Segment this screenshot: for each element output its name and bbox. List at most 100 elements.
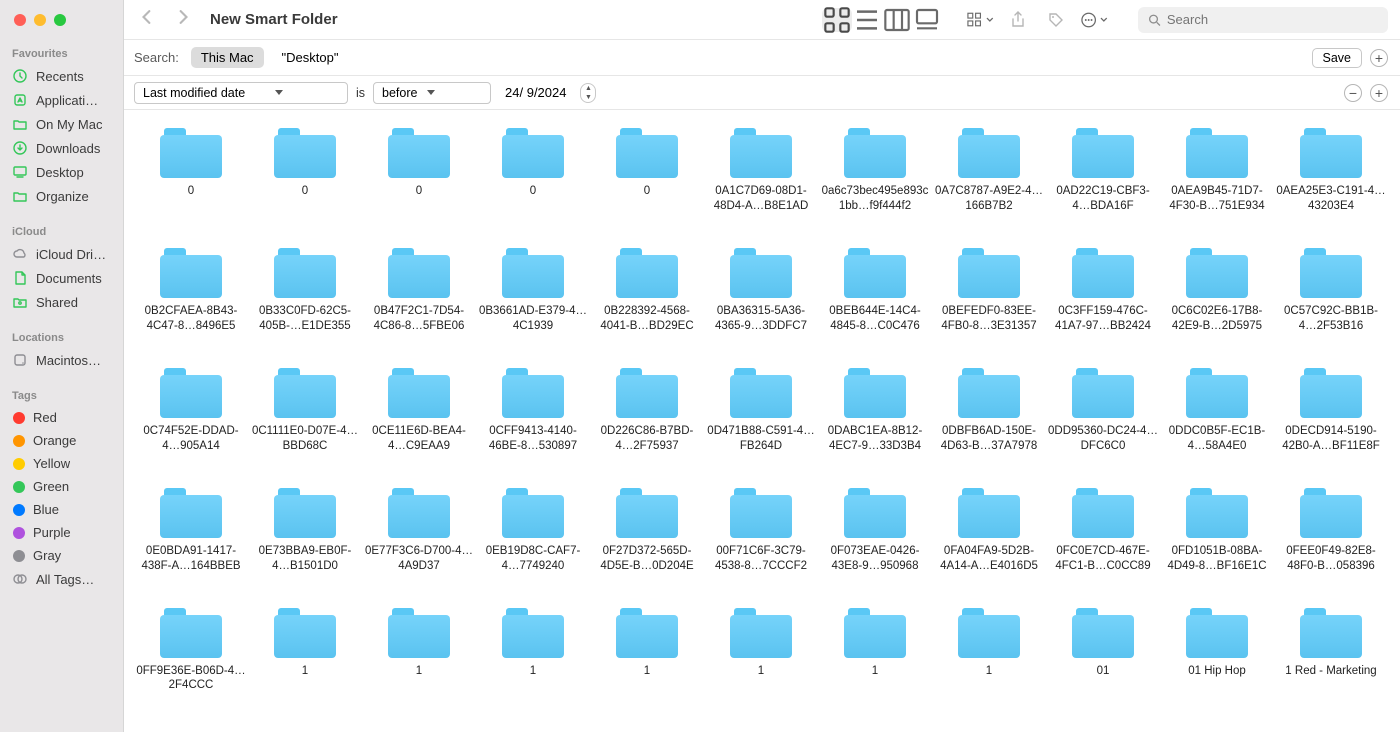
folder-item[interactable]: 0B3661AD-E379-4…4C1939: [476, 248, 590, 334]
folder-item[interactable]: 0A1C7D69-08D1-48D4-A…B8E1AD: [704, 128, 818, 214]
icon-view-button[interactable]: [822, 8, 852, 32]
folder-item[interactable]: 0B228392-4568-4041-B…BD29EC: [590, 248, 704, 334]
sidebar-item[interactable]: Documents: [0, 266, 123, 290]
folder-item[interactable]: 0BA36315-5A36-4365-9…3DDFC7: [704, 248, 818, 334]
folder-item[interactable]: 0EB19D8C-CAF7-4…7749240: [476, 488, 590, 574]
search-input[interactable]: [1167, 12, 1378, 27]
folder-item[interactable]: 0FA04FA9-5D2B-4A14-A…E4016D5: [932, 488, 1046, 574]
sidebar-item[interactable]: Shared: [0, 290, 123, 314]
folder-item[interactable]: 0F073EAE-0426-43E8-9…950968: [818, 488, 932, 574]
folder-item[interactable]: 0FD1051B-08BA-4D49-8…BF16E1C: [1160, 488, 1274, 574]
tag-button[interactable]: [1042, 8, 1070, 32]
close-window[interactable]: [14, 14, 26, 26]
file-grid-area[interactable]: 000000A1C7D69-08D1-48D4-A…B8E1AD0a6c73be…: [124, 110, 1400, 732]
folder-item[interactable]: 1: [932, 608, 1046, 694]
folder-item[interactable]: 0AD22C19-CBF3-4…BDA16F: [1046, 128, 1160, 214]
sidebar-item[interactable]: Recents: [0, 64, 123, 88]
folder-item[interactable]: 0FF9E36E-B06D-4…2F4CCC: [134, 608, 248, 694]
folder-item[interactable]: 1: [590, 608, 704, 694]
column-view-button[interactable]: [882, 8, 912, 32]
folder-item[interactable]: 0B33C0FD-62C5-405B-…E1DE355: [248, 248, 362, 334]
sidebar-item[interactable]: Orange: [0, 429, 123, 452]
folder-item[interactable]: 0A7C8787-A9E2-4…166B7B2: [932, 128, 1046, 214]
folder-item[interactable]: 0C74F52E-DDAD-4…905A14: [134, 368, 248, 454]
criteria-comparator-select[interactable]: before: [373, 82, 491, 104]
folder-item[interactable]: 0AEA9B45-71D7-4F30-B…751E934: [1160, 128, 1274, 214]
folder-label: 0DBFB6AD-150E-4D63-B…37A7978: [934, 424, 1044, 454]
date-stepper[interactable]: ▲▼: [580, 83, 596, 103]
action-button[interactable]: [1080, 8, 1108, 32]
criteria-date-field[interactable]: 24/ 9/2024: [499, 83, 572, 102]
folder-item[interactable]: 0C6C02E6-17B8-42E9-B…2D5975: [1160, 248, 1274, 334]
forward-button[interactable]: [176, 10, 190, 29]
folder-item[interactable]: 0D471B88-C591-4…FB264D: [704, 368, 818, 454]
sidebar-item[interactable]: Macintos…: [0, 348, 123, 372]
folder-item[interactable]: 0C1111E0-D07E-4…BBD68C: [248, 368, 362, 454]
sidebar-item[interactable]: Purple: [0, 521, 123, 544]
folder-item[interactable]: 1: [704, 608, 818, 694]
sidebar-item[interactable]: Red: [0, 406, 123, 429]
folder-item[interactable]: 00F71C6F-3C79-4538-8…7CCCF2: [704, 488, 818, 574]
sidebar-item[interactable]: Green: [0, 475, 123, 498]
folder-item[interactable]: 0BEB644E-14C4-4845-8…C0C476: [818, 248, 932, 334]
folder-item[interactable]: 0CE11E6D-BEA4-4…C9EAA9: [362, 368, 476, 454]
sidebar-item[interactable]: iCloud Dri…: [0, 242, 123, 266]
sidebar-item[interactable]: Downloads: [0, 136, 123, 160]
sidebar-item[interactable]: On My Mac: [0, 112, 123, 136]
folder-item[interactable]: 0DABC1EA-8B12-4EC7-9…33D3B4: [818, 368, 932, 454]
folder-item[interactable]: 0: [248, 128, 362, 214]
folder-item[interactable]: 01 Hip Hop: [1160, 608, 1274, 694]
folder-item[interactable]: 0BEFEDF0-83EE-4FB0-8…3E31357: [932, 248, 1046, 334]
folder-item[interactable]: 0: [362, 128, 476, 214]
search-field[interactable]: [1138, 7, 1388, 33]
sidebar-item[interactable]: Organize: [0, 184, 123, 208]
folder-item[interactable]: 0DBFB6AD-150E-4D63-B…37A7978: [932, 368, 1046, 454]
folder-item[interactable]: 1: [818, 608, 932, 694]
folder-item[interactable]: 0AEA25E3-C191-4…43203E4: [1274, 128, 1388, 214]
folder-item[interactable]: 1: [476, 608, 590, 694]
scope-desktop[interactable]: "Desktop": [272, 47, 349, 68]
sidebar-item[interactable]: Yellow: [0, 452, 123, 475]
folder-item[interactable]: 0E73BBA9-EB0F-4…B1501D0: [248, 488, 362, 574]
list-view-button[interactable]: [852, 8, 882, 32]
folder-item[interactable]: 0FC0E7CD-467E-4FC1-B…C0CC89: [1046, 488, 1160, 574]
folder-item[interactable]: 0FEE0F49-82E8-48F0-B…058396: [1274, 488, 1388, 574]
folder-item[interactable]: 0C3FF159-476C-41A7-97…BB2424: [1046, 248, 1160, 334]
folder-item[interactable]: 0E0BDA91-1417-438F-A…164BBEB: [134, 488, 248, 574]
sidebar-item[interactable]: Applicati…: [0, 88, 123, 112]
sidebar-item[interactable]: Blue: [0, 498, 123, 521]
folder-item[interactable]: 1 Red - Marketing: [1274, 608, 1388, 694]
add-criteria-row-button[interactable]: +: [1370, 84, 1388, 102]
folder-item[interactable]: 0B2CFAEA-8B43-4C47-8…8496E5: [134, 248, 248, 334]
criteria-attribute-select[interactable]: Last modified date: [134, 82, 348, 104]
folder-item[interactable]: 0DECD914-5190-42B0-A…BF11E8F: [1274, 368, 1388, 454]
share-button[interactable]: [1004, 8, 1032, 32]
fullscreen-window[interactable]: [54, 14, 66, 26]
folder-item[interactable]: 0DD95360-DC24-4…DFC6C0: [1046, 368, 1160, 454]
remove-criteria-button[interactable]: −: [1344, 84, 1362, 102]
add-criteria-button[interactable]: +: [1370, 49, 1388, 67]
back-button[interactable]: [140, 10, 154, 29]
save-search-button[interactable]: Save: [1312, 48, 1363, 68]
folder-item[interactable]: 0a6c73bec495e893c1bb…f9f444f2: [818, 128, 932, 214]
folder-item[interactable]: 0: [134, 128, 248, 214]
folder-item[interactable]: 0B47F2C1-7D54-4C86-8…5FBE06: [362, 248, 476, 334]
folder-item[interactable]: 0: [476, 128, 590, 214]
folder-item[interactable]: 0F27D372-565D-4D5E-B…0D204E: [590, 488, 704, 574]
minimize-window[interactable]: [34, 14, 46, 26]
group-by-button[interactable]: [966, 8, 994, 32]
folder-item[interactable]: 0DDC0B5F-EC1B-4…58A4E0: [1160, 368, 1274, 454]
folder-item[interactable]: 0D226C86-B7BD-4…2F75937: [590, 368, 704, 454]
folder-item[interactable]: 1: [248, 608, 362, 694]
folder-item[interactable]: 0CFF9413-4140-46BE-8…530897: [476, 368, 590, 454]
sidebar-item-all-tags[interactable]: All Tags…: [0, 567, 123, 591]
folder-item[interactable]: 0E77F3C6-D700-4…4A9D37: [362, 488, 476, 574]
folder-item[interactable]: 0C57C92C-BB1B-4…2F53B16: [1274, 248, 1388, 334]
folder-item[interactable]: 01: [1046, 608, 1160, 694]
scope-this-mac[interactable]: This Mac: [191, 47, 264, 68]
gallery-view-button[interactable]: [912, 8, 942, 32]
folder-item[interactable]: 0: [590, 128, 704, 214]
sidebar-item[interactable]: Desktop: [0, 160, 123, 184]
sidebar-item[interactable]: Gray: [0, 544, 123, 567]
folder-item[interactable]: 1: [362, 608, 476, 694]
